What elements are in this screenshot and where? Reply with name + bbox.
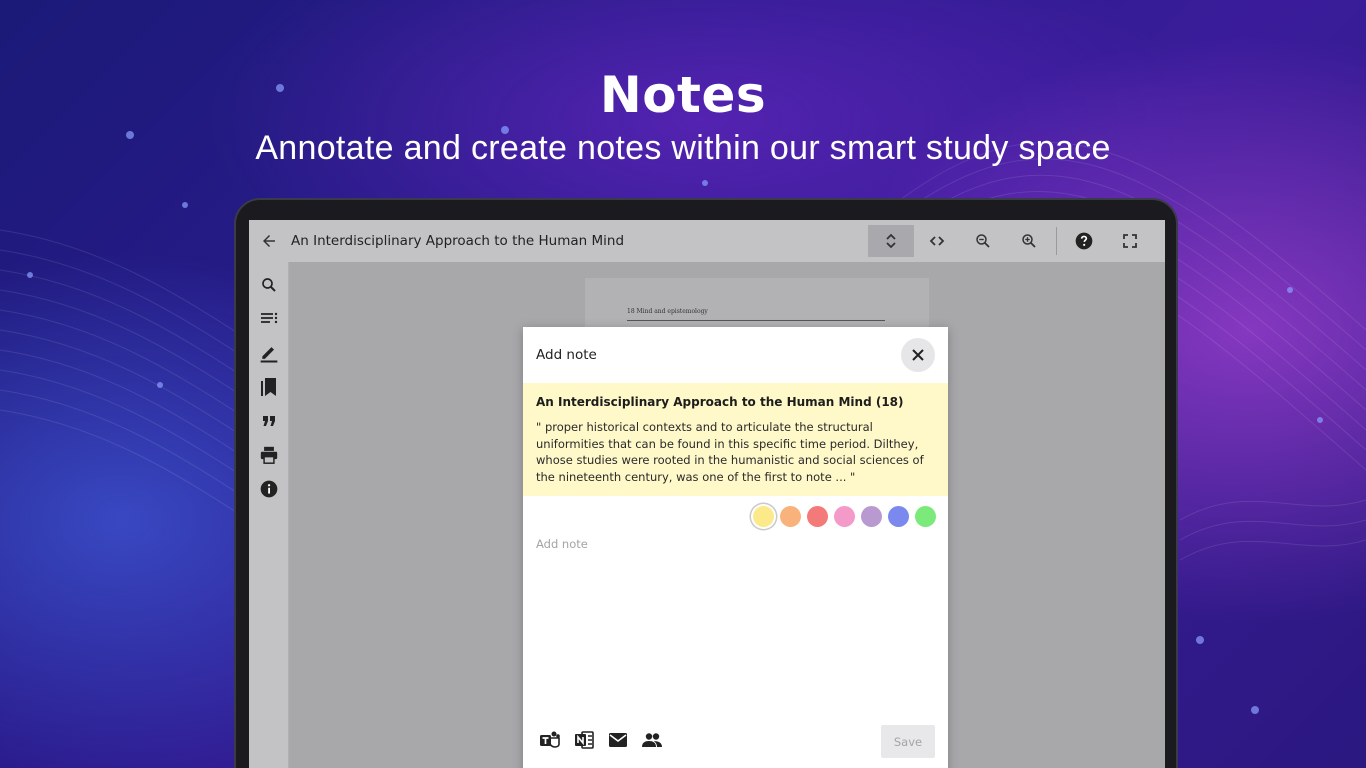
quoted-passage: An Interdisciplinary Approach to the Hum… [523,383,948,496]
fullscreen-icon [1123,234,1137,248]
contents-icon [261,312,278,324]
color-swatch-2[interactable] [780,506,801,527]
share-teams-button[interactable] [539,729,561,751]
view-tools [868,220,1153,262]
scroll-horizontal-icon [929,236,945,246]
note-textarea[interactable] [536,537,935,707]
add-note-dialog: Add note An Interdisciplinary Approach t… [523,327,948,768]
color-swatch-1[interactable] [753,506,774,527]
sidebar-search-button[interactable] [249,268,289,302]
note-color-picker [523,496,948,527]
zoom-in-icon [1022,234,1036,248]
bookmarks-icon [261,378,276,396]
onenote-icon [575,731,594,749]
zoom-out-button[interactable] [960,225,1006,257]
color-swatch-5[interactable] [861,506,882,527]
sidebar-bookmarks-button[interactable] [249,370,289,404]
scroll-vertical-button[interactable] [868,225,914,257]
page-running-header: 18 Mind and epistemology [627,308,708,315]
reader-screen: An Interdisciplinary Approach to the Hum… [249,220,1165,768]
sidebar-quote-button[interactable] [249,404,289,438]
close-icon [912,349,924,361]
info-icon [260,480,278,498]
hero-title: Notes [599,66,767,124]
scroll-horizontal-button[interactable] [914,225,960,257]
quote-icon [263,416,275,426]
document-title: An Interdisciplinary Approach to the Hum… [291,233,625,249]
share-email-button[interactable] [607,729,629,751]
sidebar-info-button[interactable] [249,472,289,506]
people-icon [642,733,662,747]
sidebar-print-button[interactable] [249,438,289,472]
scroll-vertical-icon [886,233,896,249]
teams-icon [540,731,560,748]
hero-subtitle: Annotate and create notes within our sma… [255,129,1111,167]
color-swatch-3[interactable] [807,506,828,527]
zoom-in-button[interactable] [1006,225,1052,257]
help-button[interactable] [1061,225,1107,257]
help-icon [1075,232,1093,250]
sidebar-contents-button[interactable] [249,302,289,336]
fullscreen-button[interactable] [1107,225,1153,257]
dialog-title: Add note [536,347,597,363]
hero-headline: Notes Annotate and create notes within o… [0,64,1366,170]
highlight-icon [260,347,278,363]
reader-sidebar [249,262,289,768]
print-icon [260,446,278,464]
close-dialog-button[interactable] [901,338,935,372]
arrow-left-icon [263,235,275,247]
dialog-header: Add note [523,327,948,383]
page-header-rule [627,320,885,321]
tablet-frame: An Interdisciplinary Approach to the Hum… [234,198,1178,768]
color-swatch-7[interactable] [915,506,936,527]
save-note-button[interactable]: Save [881,725,935,758]
zoom-out-icon [976,234,990,248]
email-icon [609,733,627,747]
reader-toolbar: An Interdisciplinary Approach to the Hum… [249,220,1165,262]
quote-text: " proper historical contexts and to arti… [536,420,924,484]
share-options [539,729,663,751]
search-icon [262,278,276,292]
share-onenote-button[interactable] [573,729,595,751]
color-swatch-4[interactable] [834,506,855,527]
sidebar-highlight-button[interactable] [249,336,289,370]
toolbar-divider [1056,227,1057,255]
back-button[interactable] [251,220,287,262]
share-people-button[interactable] [641,729,663,751]
quote-source: An Interdisciplinary Approach to the Hum… [536,395,904,409]
color-swatch-6[interactable] [888,506,909,527]
